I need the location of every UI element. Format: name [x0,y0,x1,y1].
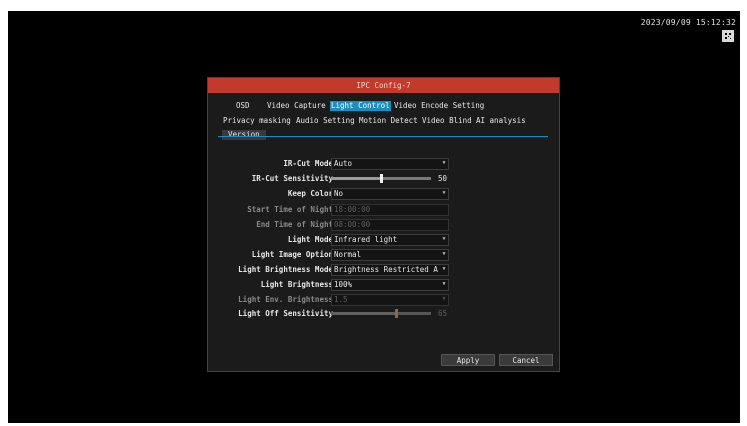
tab-video-blind[interactable]: Video Blind [421,116,473,126]
light-env-brightness-value: 1.5 [334,295,348,304]
light-brightness-row: Light Brightness 100% ▼ [208,279,559,291]
light-off-sensitivity-value: 65 [438,309,448,318]
light-brightness-mode-value: Brightness Restricted A [334,265,438,274]
tab-privacy-masking[interactable]: Privacy masking [222,116,292,126]
light-brightness-mode-row: Light Brightness Mode Brightness Restric… [208,264,559,276]
ir-cut-mode-row: IR-Cut Mode Auto ▼ [208,158,559,170]
ir-cut-sensitivity-label: IR-Cut Sensitivity [251,174,333,183]
light-env-brightness-select[interactable]: 1.5 ▼ [331,294,449,306]
keep-color-value: No [334,189,344,198]
slider-fill [331,177,381,180]
light-brightness-label: Light Brightness [260,280,333,289]
video-screen: 2023/09/09 15:12:32 IPC Config-7 OSD Vid… [8,11,740,423]
tab-motion-detect[interactable]: Motion Detect [358,116,419,126]
tab-video-encode-setting[interactable]: Video Encode Setting [393,101,485,111]
start-time-of-night-value: 18:00:00 [334,205,371,214]
chevron-down-icon: ▼ [442,251,446,257]
keep-color-row: Keep Color No ▼ [208,188,559,200]
light-mode-select[interactable]: Infrared light ▼ [331,234,449,246]
light-image-option-value: Normal [334,250,362,259]
tab-ai-analysis[interactable]: AI analysis [475,116,527,126]
light-image-option-select[interactable]: Normal ▼ [331,249,449,261]
light-env-brightness-row: Light Env. Brightness 1.5 ▼ [208,294,559,306]
light-env-brightness-label: Light Env. Brightness [238,295,333,304]
ir-cut-sensitivity-slider[interactable] [331,174,431,183]
light-brightness-select[interactable]: 100% ▼ [331,279,449,291]
light-off-sensitivity-slider[interactable] [331,309,431,318]
clock-readout: 2023/09/09 15:12:32 [640,18,736,27]
tab-osd[interactable]: OSD [235,101,251,111]
light-off-sensitivity-label: Light Off Sensitivity [238,309,333,318]
light-image-option-label: Light Image Option [251,250,333,259]
light-brightness-value: 100% [334,280,353,289]
light-mode-row: Light Mode Infrared light ▼ [208,234,559,246]
light-mode-label: Light Mode [287,235,333,244]
end-time-of-night-value: 08:00:00 [334,220,371,229]
end-time-of-night-label: End Time of Night [256,220,333,229]
slider-handle[interactable] [380,174,383,183]
end-time-of-night-row: End Time of Night 08:00:00 [208,219,559,231]
qr-code-icon[interactable] [722,30,734,42]
ir-cut-mode-value: Auto [334,159,353,168]
chevron-down-icon: ▼ [442,190,446,196]
chevron-down-icon: ▼ [442,266,446,272]
keep-color-select[interactable]: No ▼ [331,188,449,200]
keep-color-label: Keep Color [287,189,333,198]
light-brightness-mode-select[interactable]: Brightness Restricted A ▼ [331,264,449,276]
ir-cut-sensitivity-value: 50 [438,174,448,183]
chevron-down-icon: ▼ [442,281,446,287]
start-time-of-night-row: Start Time of Night 18:00:00 [208,204,559,216]
start-time-of-night-label: Start Time of Night [247,205,333,214]
start-time-of-night-input[interactable]: 18:00:00 [331,204,449,216]
light-off-sensitivity-row: Light Off Sensitivity 65 [208,308,559,320]
dialog-title: IPC Config-7 [208,78,559,93]
tab-bar: OSD Video Capture Light Control Video En… [208,93,559,140]
chevron-down-icon: ▼ [442,160,446,166]
end-time-of-night-input[interactable]: 08:00:00 [331,219,449,231]
slider-handle[interactable] [395,309,398,318]
chevron-down-icon: ▼ [442,236,446,242]
tab-version[interactable]: Version [222,130,266,140]
ir-cut-mode-select[interactable]: Auto ▼ [331,158,449,170]
chevron-down-icon: ▼ [442,296,446,302]
ipc-config-dialog: IPC Config-7 OSD Video Capture Light Con… [207,77,560,372]
slider-fill [331,312,396,315]
light-image-option-row: Light Image Option Normal ▼ [208,249,559,261]
light-mode-value: Infrared light [334,235,398,244]
tab-underline [218,136,548,137]
ir-cut-sensitivity-row: IR-Cut Sensitivity 50 [208,173,559,185]
cancel-button[interactable]: Cancel [499,354,553,366]
tab-audio-setting[interactable]: Audio Setting [295,116,356,126]
tab-light-control[interactable]: Light Control [330,101,391,111]
tab-video-capture[interactable]: Video Capture [266,101,327,111]
apply-button[interactable]: Apply [441,354,495,366]
light-brightness-mode-label: Light Brightness Mode [238,265,333,274]
ir-cut-mode-label: IR-Cut Mode [283,159,333,168]
